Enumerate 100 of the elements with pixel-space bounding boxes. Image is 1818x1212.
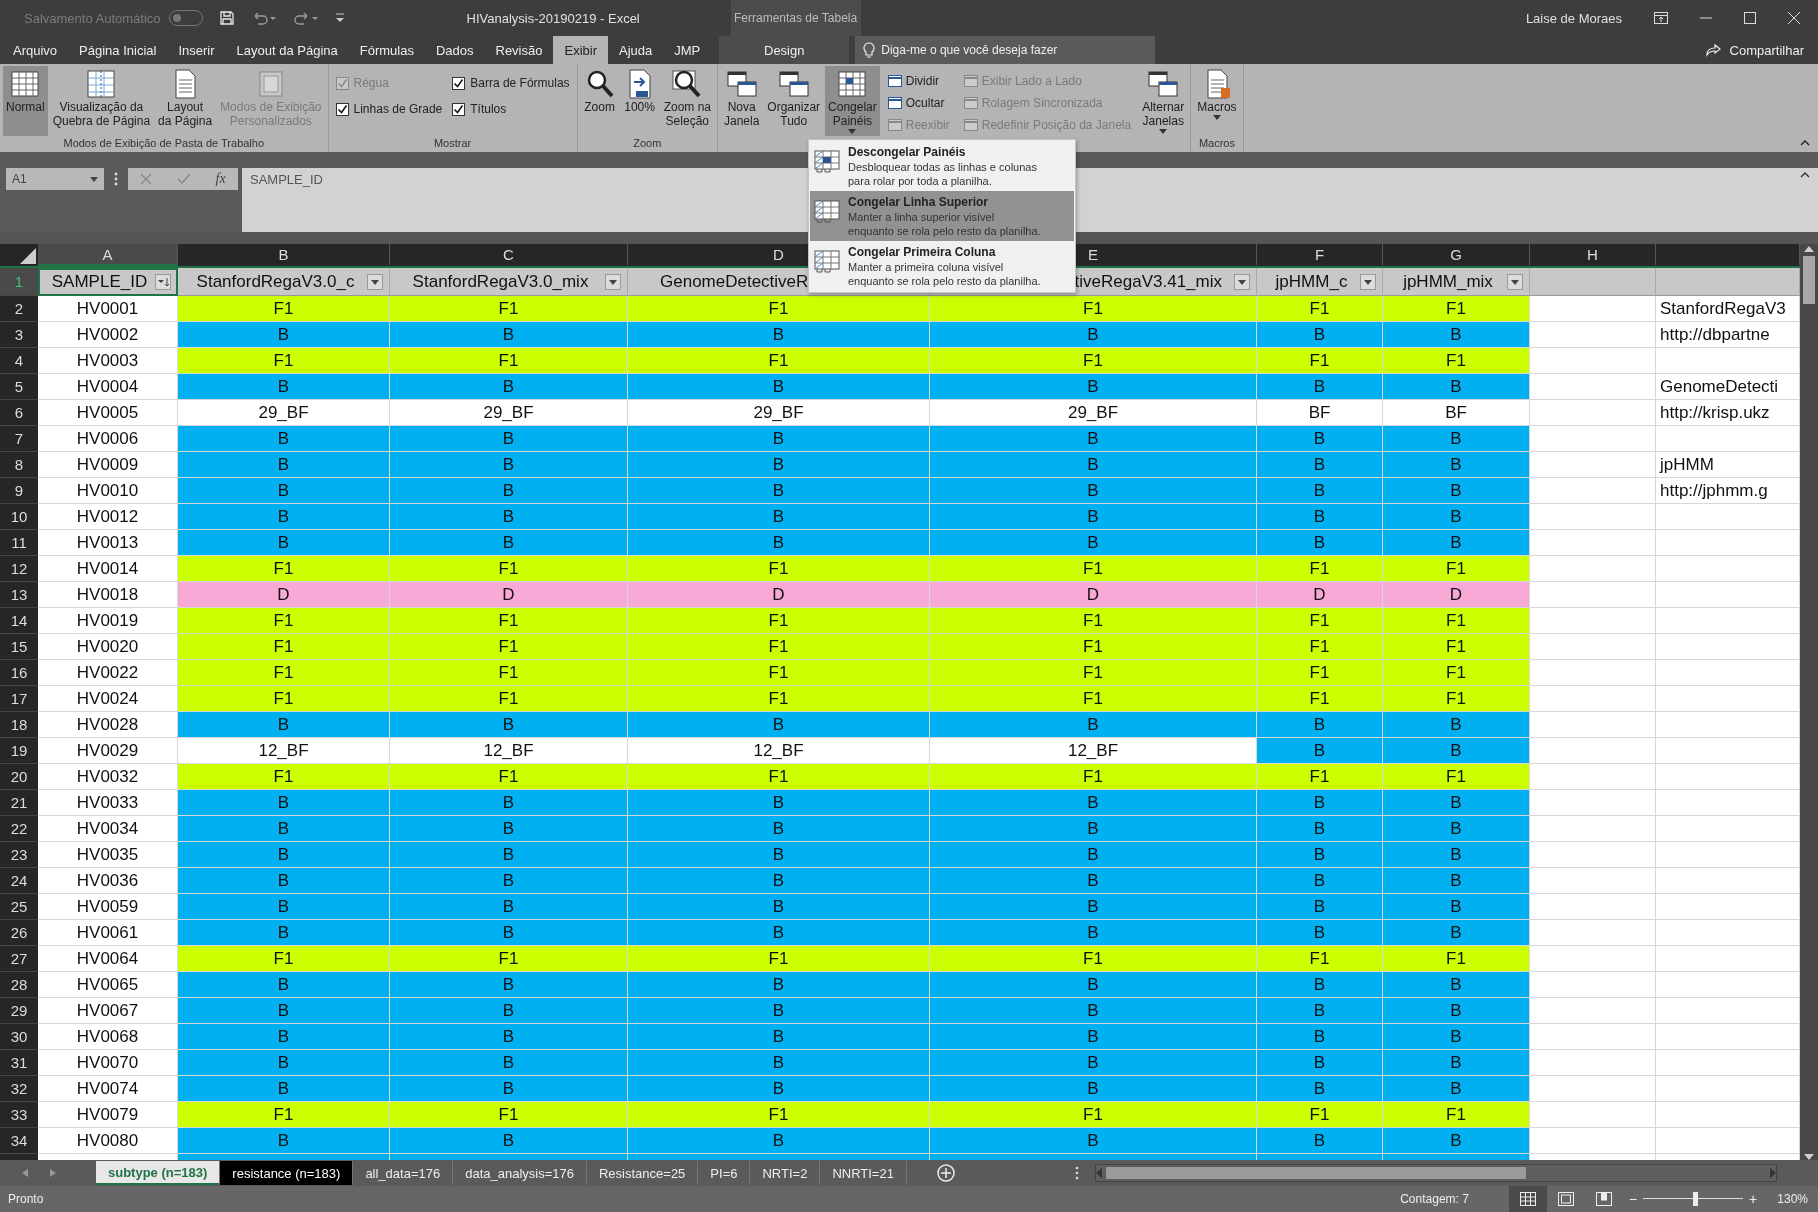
table-cell: F1 <box>628 764 930 790</box>
table-cell: B <box>390 790 628 816</box>
table-cell: F1 <box>390 348 628 374</box>
table-cell: F1 <box>1383 660 1530 686</box>
table-cell: B <box>178 920 390 946</box>
table-cell: HV0001 <box>38 296 178 322</box>
group-label: Zoom <box>632 137 663 151</box>
table-cell: B <box>628 1128 930 1154</box>
table-cell: F1 <box>178 1102 390 1128</box>
table-cell: B <box>390 322 628 348</box>
table-cell: B <box>628 894 930 920</box>
table-cell: F1 <box>178 660 390 686</box>
table-cell: B <box>930 920 1257 946</box>
table-cell: http://krisp.ukz <box>1656 400 1800 426</box>
table-cell: B <box>1383 1128 1530 1154</box>
table-cell: B <box>390 426 628 452</box>
table-cell: F1 <box>628 296 930 322</box>
menu-item-title: Descongelar Painéis <box>848 144 967 160</box>
table-cell: F1 <box>628 348 930 374</box>
table-cell: HV0074 <box>38 1076 178 1102</box>
table-cell: F1 <box>930 348 1257 374</box>
table-cell: HV0035 <box>38 842 178 868</box>
table-cell: B <box>1383 504 1530 530</box>
table-cell: B <box>178 504 390 530</box>
table-cell: HV0032 <box>38 764 178 790</box>
table-cell: D <box>628 582 930 608</box>
table-cell: B <box>1383 1050 1530 1076</box>
table-cell: B <box>1257 868 1383 894</box>
table-cell: 12_BF <box>628 738 930 764</box>
table-header-cell: StanfordRegaV3.0_c <box>196 271 355 292</box>
table-cell: B <box>1383 738 1530 764</box>
table-cell: D <box>1257 582 1383 608</box>
table-cell: HV0079 <box>38 1102 178 1128</box>
table-cell: 12_BF <box>390 738 628 764</box>
table-cell: B <box>390 972 628 998</box>
table-cell: F1 <box>390 686 628 712</box>
table-cell: B <box>1383 816 1530 842</box>
table-cell: B <box>178 998 390 1024</box>
table-cell: B <box>1383 712 1530 738</box>
table-cell: B <box>628 1024 930 1050</box>
table-cell: B <box>930 504 1257 530</box>
table-cell: B <box>1257 998 1383 1024</box>
table-cell: B <box>390 452 628 478</box>
table-cell: D <box>390 582 628 608</box>
table-cell: B <box>390 920 628 946</box>
status-text: Pronto <box>8 1192 44 1206</box>
table-cell: F1 <box>628 660 930 686</box>
table-cell: HV0068 <box>38 1024 178 1050</box>
table-cell: B <box>390 712 628 738</box>
window-title: HIVanalysis-20190219 - Excel <box>466 10 641 26</box>
table-cell: B <box>178 816 390 842</box>
table-cell: B <box>628 868 930 894</box>
table-cell: D <box>930 582 1257 608</box>
table-cell: B <box>178 842 390 868</box>
table-cell: HV0028 <box>38 712 178 738</box>
table-cell: B <box>628 790 930 816</box>
table-cell: F1 <box>390 634 628 660</box>
table-cell: B <box>628 452 930 478</box>
table-cell: HV0065 <box>38 972 178 998</box>
table-cell: B <box>1383 1076 1530 1102</box>
table-cell: B <box>930 1128 1257 1154</box>
table-cell: B <box>1257 504 1383 530</box>
table-cell: B <box>1383 426 1530 452</box>
table-cell: B <box>1257 530 1383 556</box>
table-cell: F1 <box>1257 296 1383 322</box>
table-cell: BF <box>1257 400 1383 426</box>
table-cell: HV0070 <box>38 1050 178 1076</box>
table-cell: B <box>1257 1076 1383 1102</box>
table-cell: HV0010 <box>38 478 178 504</box>
table-cell: http://jphmm.g <box>1656 478 1800 504</box>
table-header-cell: tiveRegaV3.41_mix <box>1074 271 1222 292</box>
table-cell: B <box>178 1128 390 1154</box>
table-cell: B <box>1383 998 1530 1024</box>
table-cell: B <box>930 842 1257 868</box>
table-cell: B <box>1257 972 1383 998</box>
table-cell: B <box>390 894 628 920</box>
table-cell: BF <box>1383 400 1530 426</box>
table-cell: HV0033 <box>38 790 178 816</box>
table-cell: F1 <box>930 660 1257 686</box>
table-cell: F1 <box>1257 686 1383 712</box>
menu-item-title: Congelar Linha Superior <box>848 194 989 210</box>
table-cell: B <box>178 1076 390 1102</box>
table-cell: B <box>930 712 1257 738</box>
table-cell: F1 <box>930 296 1257 322</box>
table-cell: HV0009 <box>38 452 178 478</box>
table-header-cell: StanfordRegaV3.0_mix <box>412 271 589 292</box>
table-cell: HV0080 <box>38 1128 178 1154</box>
table-cell: HV0020 <box>38 634 178 660</box>
table-cell: B <box>390 1128 628 1154</box>
table-cell: F1 <box>390 764 628 790</box>
table-cell: F1 <box>628 686 930 712</box>
table-cell: F1 <box>1383 348 1530 374</box>
table-cell: B <box>1257 374 1383 400</box>
table-cell: B <box>930 868 1257 894</box>
table-cell: B <box>1383 452 1530 478</box>
table-cell: B <box>930 452 1257 478</box>
table-cell: 12_BF <box>178 738 390 764</box>
table-cell: B <box>178 1024 390 1050</box>
table-cell: HV0019 <box>38 608 178 634</box>
table-cell: GenomeDetecti <box>1656 374 1800 400</box>
